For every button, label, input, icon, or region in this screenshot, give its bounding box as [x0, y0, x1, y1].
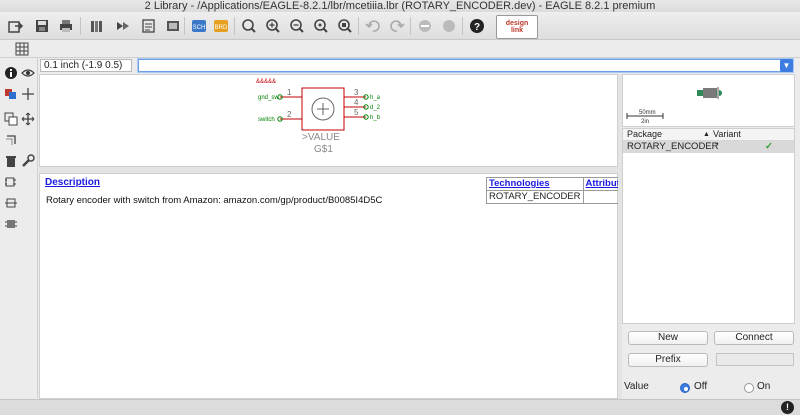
zoom-redraw-icon[interactable] — [310, 16, 332, 36]
open-icon[interactable] — [5, 16, 27, 36]
package-icon[interactable] — [3, 216, 19, 232]
package-table: Package ▲ Variant ROTARY_ENCODER '' ✓ — [622, 128, 795, 324]
main-toolbar: SCH BRD ? design link — [0, 12, 800, 40]
zoom-select-icon[interactable] — [334, 16, 356, 36]
svg-text:d_2: d_2 — [370, 105, 381, 111]
delete-icon[interactable] — [3, 153, 19, 169]
zoom-out-icon[interactable] — [286, 16, 308, 36]
grid-icon[interactable] — [14, 41, 30, 57]
value-label: Value — [624, 381, 649, 392]
run-ulp-icon[interactable] — [162, 16, 184, 36]
eye-icon[interactable] — [20, 65, 36, 81]
chevron-down-icon[interactable]: ▼ — [780, 59, 793, 72]
library-icon[interactable] — [86, 16, 108, 36]
scale-top-label: 50mm — [639, 110, 656, 116]
mark-icon[interactable] — [20, 86, 36, 102]
package-name-cell: ROTARY_ENCODER — [627, 141, 719, 152]
symbol-name-label: G$1 — [314, 144, 333, 155]
technologies-table: Technologies Attributes ROTARY_ENCODER — [486, 177, 634, 204]
connect-button[interactable]: Connect — [714, 331, 794, 345]
designlink-label-1: design — [505, 20, 529, 27]
package-table-header: Package ▲ Variant — [623, 129, 794, 141]
symbol-top-marks: &&&&& — [256, 79, 276, 85]
info-icon[interactable] — [3, 65, 19, 81]
description-pane: Description Rotary encoder with switch f… — [39, 173, 634, 399]
svg-text:1: 1 — [287, 88, 292, 97]
use-library-icon[interactable] — [112, 16, 134, 36]
save-icon[interactable] — [31, 16, 53, 36]
technologies-link[interactable]: Technologies — [486, 177, 584, 191]
board-icon[interactable]: BRD — [210, 16, 232, 36]
svg-text:BRD: BRD — [215, 25, 228, 31]
sort-up-icon[interactable]: ▲ — [703, 129, 710, 140]
package-column-header[interactable]: Package — [627, 129, 662, 140]
value-off-radio[interactable] — [680, 383, 690, 393]
alert-icon[interactable]: ! — [781, 401, 794, 414]
stop-icon[interactable] — [414, 16, 436, 36]
variant-column-header[interactable]: Variant — [713, 129, 741, 140]
svg-text:3: 3 — [354, 88, 359, 97]
value-on-label: On — [757, 381, 771, 392]
svg-text:h_b: h_b — [370, 115, 381, 121]
pin-switch: switch 2 — [258, 110, 302, 123]
prefix-button[interactable]: Prefix — [628, 353, 708, 367]
description-text: Rotary encoder with switch from Amazon: … — [46, 195, 383, 206]
check-icon: ✓ — [765, 141, 773, 152]
prefix-field[interactable] — [716, 353, 794, 366]
script-icon[interactable] — [138, 16, 160, 36]
redo-icon[interactable] — [386, 16, 408, 36]
symbol-value-label: >VALUE — [302, 132, 340, 143]
window-title: 2 Library - /Applications/EAGLE-8.2.1/lb… — [0, 0, 800, 12]
undo-icon[interactable] — [362, 16, 384, 36]
designlink-button[interactable]: design link — [496, 15, 538, 39]
svg-text:switch: switch — [258, 117, 275, 123]
print-icon[interactable] — [55, 16, 77, 36]
add-symbol-icon[interactable] — [3, 174, 19, 190]
pin-gnd-sw: gnd_sw 1 — [258, 88, 302, 101]
copy-icon[interactable] — [3, 111, 19, 127]
svg-text:h_a: h_a — [370, 95, 381, 101]
grid-toolbar — [0, 40, 800, 58]
package-preview: 50mm 2in — [622, 74, 795, 127]
svg-text:4: 4 — [354, 98, 359, 107]
svg-text:5: 5 — [354, 108, 359, 117]
package-row[interactable]: ROTARY_ENCODER '' ✓ — [623, 141, 794, 153]
svg-text:2: 2 — [287, 110, 292, 119]
value-on-radio[interactable] — [744, 383, 754, 393]
svg-text:?: ? — [474, 22, 480, 33]
coordinate-display: 0.1 inch (-1.9 0.5) — [40, 59, 132, 72]
left-toolbar — [0, 58, 38, 398]
value-off-label: Off — [694, 381, 708, 392]
help-icon[interactable]: ? — [466, 16, 488, 36]
symbol-preview[interactable]: &&&&& gnd_sw 1 switch 2 h_a 3 d_2 4 h_b … — [39, 74, 618, 167]
description-link[interactable]: Description — [45, 177, 100, 188]
new-button[interactable]: New — [628, 331, 708, 345]
package-footprint — [697, 87, 722, 99]
zoom-in-icon[interactable] — [262, 16, 284, 36]
layers-icon[interactable] — [3, 86, 19, 102]
status-bar: ! — [0, 399, 800, 415]
cam-processor-icon[interactable]: SCH — [188, 16, 210, 36]
go-icon[interactable] — [438, 16, 460, 36]
wrench-icon[interactable] — [20, 153, 36, 169]
move-icon[interactable] — [20, 111, 36, 127]
zoom-fit-icon[interactable] — [238, 16, 260, 36]
designlink-label-2: link — [510, 27, 524, 34]
command-line-input[interactable]: ▼ — [138, 59, 793, 72]
svg-text:SCH: SCH — [193, 25, 206, 31]
scale-bottom-label: 2in — [641, 119, 649, 125]
technology-cell: ROTARY_ENCODER — [486, 190, 584, 204]
pin-h-a: h_a 3 — [344, 88, 381, 101]
connect-icon[interactable] — [3, 195, 19, 211]
variant-name-cell: '' — [715, 141, 719, 152]
svg-text:gnd_sw: gnd_sw — [258, 95, 279, 101]
rotate-icon[interactable] — [3, 132, 19, 148]
